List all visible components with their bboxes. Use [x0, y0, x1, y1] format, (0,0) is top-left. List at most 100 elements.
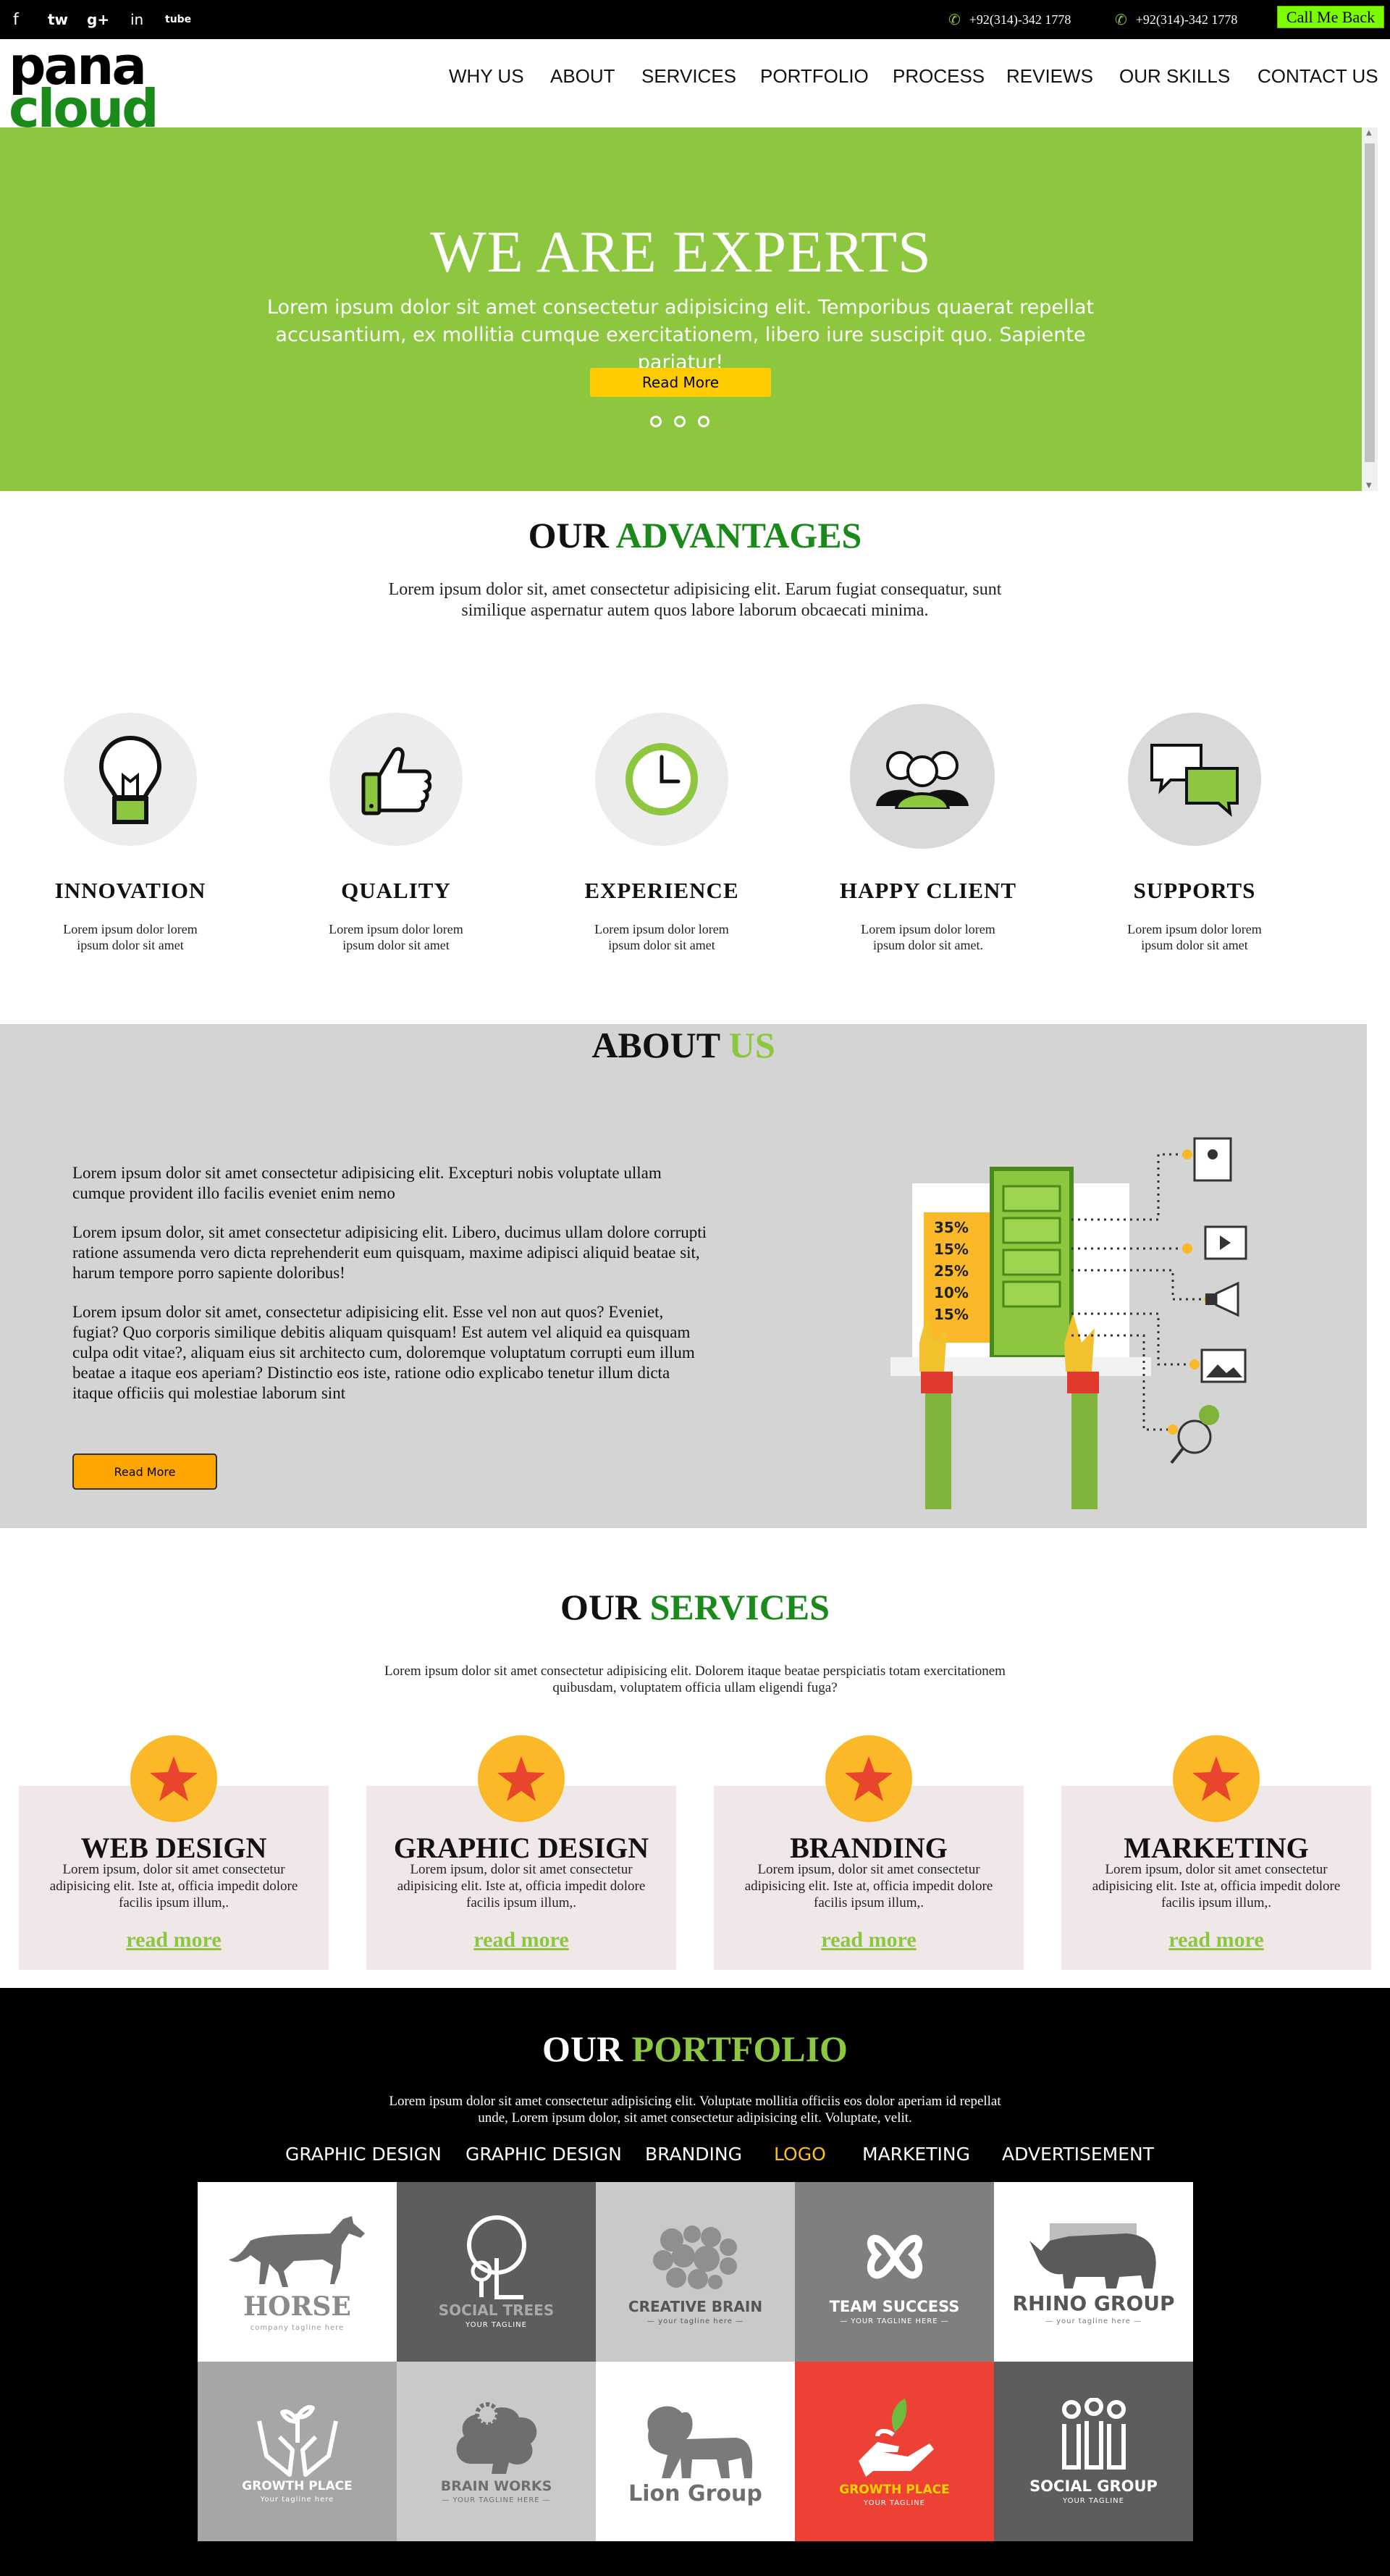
- portfolio-tile[interactable]: SOCIAL TREES YOUR TAGLINE: [397, 2182, 596, 2362]
- advantages-subtitle: Lorem ipsum dolor sit, amet consectetur …: [388, 580, 1002, 620]
- brain-icon: [652, 2225, 737, 2289]
- about-paragraph: Lorem ipsum dolor sit amet consectetur a…: [72, 1164, 662, 1202]
- title-word: OUR: [542, 2029, 623, 2069]
- portfolio-tile[interactable]: RHINO GROUP — your tagline here —: [994, 2182, 1193, 2362]
- phone-icon: ✆: [948, 11, 961, 28]
- logo[interactable]: pana cloud: [9, 40, 159, 135]
- tile-tagline: YOUR TAGLINE: [1063, 2497, 1124, 2505]
- title-word: ABOUT: [591, 1025, 720, 1065]
- advantage-title: EXPERIENCE: [584, 878, 739, 903]
- portfolio-tile[interactable]: Lion Group: [596, 2362, 795, 2541]
- service-text: Lorem ipsum, dolor sit amet consectetur …: [49, 1862, 298, 1910]
- advantage-card: INNOVATION Lorem ipsum dolor lorem ipsum…: [22, 710, 239, 956]
- filter-graphic-design-2[interactable]: GRAPHIC DESIGN: [466, 2144, 622, 2165]
- portfolio-tile[interactable]: BRAIN WORKS — YOUR TAGLINE HERE —: [397, 2362, 596, 2541]
- youtube-icon[interactable]: tube: [165, 0, 191, 39]
- star-icon: [1173, 1735, 1260, 1822]
- filter-branding[interactable]: BRANDING: [645, 2144, 742, 2165]
- service-text: Lorem ipsum, dolor sit amet consectetur …: [1092, 1862, 1341, 1910]
- service-text: Lorem ipsum, dolor sit amet consectetur …: [397, 1862, 646, 1910]
- nav-our-skills[interactable]: OUR SKILLS: [1119, 65, 1230, 88]
- tile-tagline: company tagline here: [250, 2324, 345, 2332]
- nav-portfolio[interactable]: PORTFOLIO: [760, 65, 869, 88]
- about-title: ABOUT US: [0, 1024, 1367, 1066]
- service-title: GRAPHIC DESIGN: [393, 1832, 649, 1864]
- nav-why-us[interactable]: WHY US: [449, 65, 524, 88]
- service-card: MARKETING Lorem ipsum, dolor sit amet co…: [1061, 1735, 1371, 1970]
- service-card: BRANDING Lorem ipsum, dolor sit amet con…: [714, 1735, 1024, 1970]
- advantage-text: Lorem ipsum dolor lorem ipsum dolor sit …: [594, 922, 729, 952]
- rhino-icon: [1029, 2223, 1156, 2288]
- portfolio-tile[interactable]: CREATIVE BRAIN — your tagline here —: [596, 2182, 795, 2362]
- chart-label: 15%: [934, 1306, 969, 1323]
- advantage-title: SUPPORTS: [1133, 878, 1256, 903]
- nav-contact-us[interactable]: CONTACT US: [1258, 65, 1378, 88]
- scroll-up-icon[interactable]: ▲: [1366, 129, 1372, 137]
- nav-process[interactable]: PROCESS: [893, 65, 985, 88]
- slider-dots: [650, 416, 709, 427]
- nav-reviews[interactable]: REVIEWS: [1006, 65, 1093, 88]
- twitter-icon[interactable]: tw: [48, 0, 68, 39]
- tile-name: GROWTH PLACE: [839, 2483, 950, 2497]
- phone-number-1[interactable]: ✆ +92(314)-342 1778: [948, 0, 1071, 39]
- service-title: WEB DESIGN: [80, 1832, 267, 1864]
- nav-about[interactable]: ABOUT: [550, 65, 615, 88]
- tile-name: SOCIAL GROUP: [1029, 2478, 1158, 2495]
- logo-text-bottom: cloud: [9, 78, 159, 140]
- hero-scrollbar[interactable]: ▲ ▼: [1362, 127, 1378, 491]
- star-icon: [130, 1735, 217, 1822]
- tile-name: HORSE: [243, 2291, 351, 2322]
- portfolio-tile[interactable]: GROWTH PLACE YOUR TAGLINE: [795, 2362, 994, 2541]
- tile-tagline: — your tagline here —: [1045, 2317, 1142, 2325]
- tile-tagline: — YOUR TAGLINE HERE —: [840, 2317, 949, 2325]
- google-plus-icon[interactable]: g+: [87, 0, 109, 39]
- thumbs-up-icon: [329, 713, 463, 846]
- advantage-text: Lorem ipsum dolor lorem ipsum dolor sit …: [329, 922, 463, 952]
- portfolio-tile[interactable]: TEAM SUCCESS — YOUR TAGLINE HERE —: [795, 2182, 994, 2362]
- title-word: OUR: [560, 1587, 641, 1627]
- slider-dot[interactable]: [650, 416, 662, 427]
- portfolio-tile[interactable]: SOCIAL GROUP YOUR TAGLINE: [994, 2362, 1193, 2541]
- services-subtitle: Lorem ipsum dolor sit amet consectetur a…: [384, 1664, 1006, 1695]
- linkedin-icon[interactable]: in: [130, 0, 143, 39]
- social-group-icon: [1061, 2398, 1126, 2470]
- hero-read-more-button[interactable]: Read More: [590, 368, 771, 397]
- facebook-icon[interactable]: f: [13, 0, 19, 39]
- tile-name: BRAIN WORKS: [440, 2478, 552, 2494]
- service-text: Lorem ipsum, dolor sit amet consectetur …: [744, 1862, 993, 1910]
- portfolio-subtitle: Lorem ipsum dolor sit amet consectetur a…: [389, 2094, 1001, 2126]
- service-read-more-link[interactable]: read more: [714, 1928, 1024, 1952]
- slider-dot[interactable]: [674, 416, 686, 427]
- about-read-more-button[interactable]: Read More: [72, 1453, 217, 1490]
- analytics-illustration: 35% 15% 25% 10% 15%: [890, 1137, 1247, 1509]
- nav-services[interactable]: SERVICES: [641, 65, 736, 88]
- services-title: OUR SERVICES: [0, 1586, 1390, 1628]
- advantage-card: SUPPORTS Lorem ipsum dolor lorem ipsum d…: [1086, 710, 1303, 956]
- tile-tagline: — your tagline here —: [646, 2317, 744, 2325]
- brain-gear-icon: [456, 2402, 536, 2474]
- service-read-more-link[interactable]: read more: [19, 1928, 329, 1952]
- tile-name: Lion Group: [628, 2481, 762, 2506]
- scrollbar-thumb[interactable]: [1365, 143, 1375, 462]
- title-word-accent: ADVANTAGES: [615, 515, 862, 555]
- portfolio-tile[interactable]: GROWTH PLACE Your tagline here: [198, 2362, 397, 2541]
- tile-name: GROWTH PLACE: [242, 2479, 353, 2493]
- filter-advertisement[interactable]: ADVERTISEMENT: [1002, 2144, 1154, 2165]
- phone-number-2[interactable]: ✆ +92(314)-342 1778: [1115, 0, 1237, 39]
- filter-logo-active[interactable]: LOGO: [774, 2144, 826, 2165]
- chart-label: 35%: [934, 1219, 969, 1236]
- service-read-more-link[interactable]: read more: [366, 1928, 676, 1952]
- title-word-accent: SERVICES: [649, 1587, 830, 1627]
- advantage-card: EXPERIENCE Lorem ipsum dolor lorem ipsum…: [553, 710, 770, 956]
- chat-icon: [1128, 713, 1261, 846]
- chart-label: 25%: [934, 1262, 969, 1280]
- filter-marketing[interactable]: MARKETING: [862, 2144, 970, 2165]
- call-me-back-button[interactable]: Call Me Back: [1277, 6, 1384, 28]
- service-title: BRANDING: [790, 1832, 948, 1864]
- service-read-more-link[interactable]: read more: [1061, 1928, 1371, 1952]
- portfolio-tile[interactable]: HORSE company tagline here: [198, 2182, 397, 2362]
- advantage-card: HAPPY CLIENT Lorem ipsum dolor lorem ips…: [820, 704, 1037, 956]
- filter-graphic-design[interactable]: GRAPHIC DESIGN: [285, 2144, 442, 2165]
- scroll-down-icon[interactable]: ▼: [1366, 482, 1372, 490]
- slider-dot[interactable]: [698, 416, 709, 427]
